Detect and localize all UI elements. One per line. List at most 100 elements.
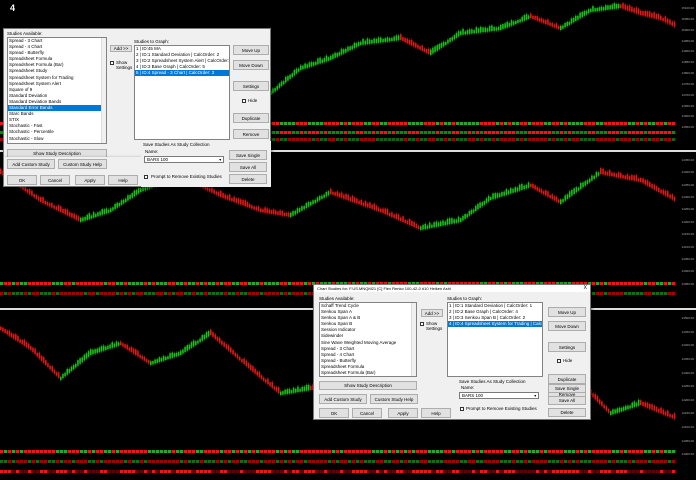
scrollbar[interactable] bbox=[411, 303, 416, 376]
price-axis-label: 14450.00 bbox=[681, 158, 694, 162]
collection-name-select[interactable]: BARS 100 ▼ bbox=[144, 156, 224, 163]
indicator-cell bbox=[512, 122, 516, 125]
move-up-button[interactable]: Move Up bbox=[233, 45, 269, 55]
show-settings-checkbox[interactable] bbox=[420, 322, 424, 326]
graph-list-item[interactable]: 4 | ID:4 Spreadsheet System for Trading … bbox=[448, 321, 542, 328]
indicator-cell bbox=[400, 450, 404, 453]
studies-to-graph-list[interactable]: 1 | ID:1 Standard Deviation | CalcOrder:… bbox=[447, 302, 543, 377]
renko-brick bbox=[391, 37, 393, 42]
prompt-remove-checkbox[interactable] bbox=[144, 175, 148, 179]
indicator-cell bbox=[580, 131, 584, 134]
duplicate-button[interactable]: Duplicate bbox=[233, 113, 269, 123]
help-button[interactable]: Help bbox=[421, 408, 451, 418]
indicator-cell bbox=[400, 131, 404, 134]
dialog-title-bar[interactable]: Chart Studies for: F.US.MNQM21 [C] Flex … bbox=[314, 285, 590, 292]
renko-brick bbox=[667, 191, 669, 197]
renko-brick bbox=[305, 384, 308, 391]
indicator-cell bbox=[304, 138, 308, 141]
hide-checkbox[interactable] bbox=[557, 359, 561, 363]
remove-button[interactable]: Remove bbox=[233, 129, 269, 139]
indicator-cell bbox=[368, 131, 372, 134]
indicator-cell bbox=[168, 460, 172, 463]
renko-brick bbox=[530, 183, 532, 187]
add-button[interactable]: Add >> bbox=[421, 309, 443, 317]
renko-brick bbox=[222, 193, 224, 198]
indicator-cell bbox=[532, 138, 536, 141]
custom-study-help-button[interactable]: Custom Study Help bbox=[58, 159, 107, 169]
cancel-button[interactable]: Cancel bbox=[352, 408, 382, 418]
indicator-cell bbox=[544, 470, 548, 473]
indicator-cell bbox=[44, 292, 48, 295]
indicator-cell bbox=[420, 122, 424, 125]
custom-study-help-button[interactable]: Custom Study Help bbox=[370, 394, 418, 404]
save-all-button[interactable]: Save All bbox=[548, 396, 586, 405]
add-custom-study-button[interactable]: Add Custom Study bbox=[319, 394, 367, 404]
indicator-cell bbox=[452, 122, 456, 125]
ok-button[interactable]: OK bbox=[7, 175, 37, 185]
renko-brick bbox=[152, 361, 154, 365]
delete-button[interactable]: Delete bbox=[229, 174, 267, 184]
indicator-cell bbox=[124, 470, 128, 473]
apply-button[interactable]: Apply bbox=[75, 175, 105, 185]
collection-name-select[interactable]: BARS 100 ▼ bbox=[459, 392, 539, 399]
scrollbar[interactable] bbox=[101, 38, 106, 143]
indicator-cell bbox=[592, 282, 596, 285]
indicator-cell bbox=[456, 450, 460, 453]
renko-brick bbox=[304, 63, 306, 69]
prompt-remove-checkbox[interactable] bbox=[460, 407, 464, 411]
renko-brick bbox=[358, 200, 360, 205]
indicator-cell bbox=[112, 292, 116, 295]
indicator-cell bbox=[500, 460, 504, 463]
indicator-cell bbox=[472, 460, 476, 463]
indicator-cell bbox=[512, 470, 516, 473]
save-all-button[interactable]: Save All bbox=[229, 162, 267, 172]
delete-button[interactable]: Delete bbox=[548, 408, 586, 417]
study-list-item[interactable]: Stochastic - Slow bbox=[8, 136, 106, 142]
close-icon[interactable]: X bbox=[584, 285, 587, 292]
renko-brick bbox=[160, 357, 163, 362]
graph-list-item[interactable]: 5 | ID:4 Spread - 3 Chart | CalcOrder: 3 bbox=[135, 70, 229, 77]
help-button[interactable]: Help bbox=[108, 175, 138, 185]
cancel-button[interactable]: Cancel bbox=[40, 175, 70, 185]
indicator-cell bbox=[204, 460, 208, 463]
indicator-cell bbox=[416, 122, 420, 125]
apply-button[interactable]: Apply bbox=[388, 408, 418, 418]
indicator-cell bbox=[52, 460, 56, 463]
show-study-description-button[interactable]: Show Study Description bbox=[319, 381, 417, 390]
move-down-button[interactable]: Move Down bbox=[233, 60, 269, 70]
indicator-cell bbox=[232, 470, 236, 473]
indicator-cell bbox=[640, 282, 644, 285]
renko-brick bbox=[51, 203, 53, 208]
save-single-button[interactable]: Save Single bbox=[548, 384, 586, 393]
indicator-cell bbox=[444, 470, 448, 473]
indicator-cell bbox=[432, 450, 436, 453]
indicator-cell bbox=[252, 282, 256, 285]
indicator-cell bbox=[320, 138, 324, 141]
renko-brick bbox=[294, 210, 297, 215]
studies-to-graph-list[interactable]: 1 | ID:45 MA 2 | ID:1 Standard Deviation … bbox=[134, 45, 230, 140]
settings-button[interactable]: Settings bbox=[548, 342, 586, 352]
indicator-cell bbox=[616, 138, 620, 141]
move-up-button[interactable]: Move Up bbox=[548, 307, 586, 317]
save-single-button[interactable]: Save Single bbox=[229, 150, 267, 160]
studies-available-list[interactable]: Schaff Trend Cycle Senkou Span A Senkou Sp… bbox=[319, 302, 417, 377]
show-settings-checkbox[interactable] bbox=[110, 61, 114, 65]
renko-brick bbox=[0, 326, 2, 330]
renko-brick bbox=[0, 168, 2, 174]
indicator-cell bbox=[528, 470, 532, 473]
add-custom-study-button[interactable]: Add Custom Study bbox=[7, 159, 55, 169]
indicator-cell bbox=[384, 460, 388, 463]
study-list-item[interactable]: Spreadsheet Study bbox=[320, 376, 416, 377]
settings-button[interactable]: Settings bbox=[233, 81, 269, 91]
duplicate-button[interactable]: Duplicate bbox=[548, 374, 586, 384]
move-down-button[interactable]: Move Down bbox=[548, 321, 586, 331]
price-axis-top: 15100.00 15050.00 15000.00 14950.00 14900.00… bbox=[676, 0, 696, 150]
renko-brick bbox=[642, 178, 644, 184]
studies-available-list[interactable]: Spread - 3 Chart Spread - 4 Chart Spread -… bbox=[7, 37, 107, 144]
ok-button[interactable]: OK bbox=[319, 408, 349, 418]
renko-brick bbox=[611, 4, 614, 10]
hide-checkbox[interactable] bbox=[242, 99, 246, 103]
indicator-cell bbox=[608, 292, 612, 295]
indicator-cell bbox=[20, 292, 24, 295]
add-button[interactable]: Add >> bbox=[110, 45, 132, 52]
